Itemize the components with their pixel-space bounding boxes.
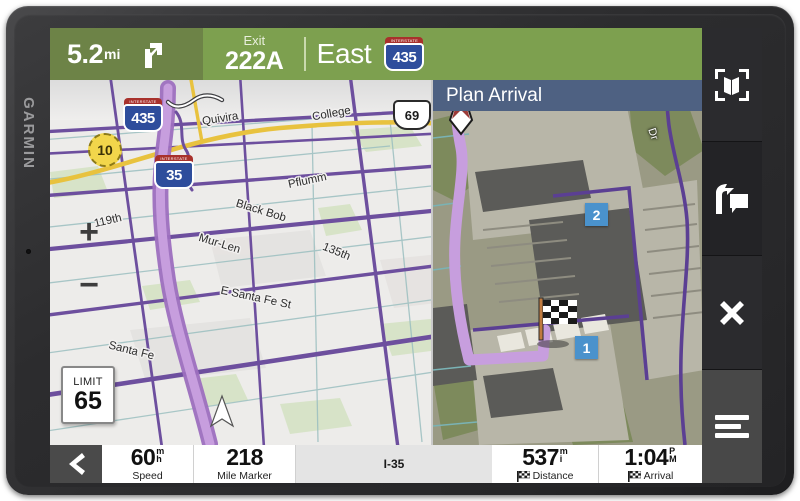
- speed-unit: m h: [156, 446, 165, 464]
- plan-arrival-title: Plan Arrival: [433, 80, 702, 111]
- menu-button[interactable]: [702, 370, 762, 483]
- current-road-text: I-35: [383, 457, 405, 471]
- waypoint-badge-2[interactable]: 2: [585, 203, 608, 226]
- speed-value: 60: [130, 444, 156, 470]
- distance-remaining-value: 537: [522, 444, 559, 470]
- guidance-banner[interactable]: 5.2 mi Exit 222A East INTERSTATE 435: [50, 28, 702, 80]
- speed-field[interactable]: 60 m h Speed: [102, 445, 194, 483]
- distance-unit: mi: [104, 46, 121, 62]
- distance-label: Distance: [532, 470, 574, 482]
- ambient-sensor: [26, 249, 31, 254]
- arrival-field[interactable]: 1:04 P M Arrival: [599, 445, 702, 483]
- mile-marker-field[interactable]: 218 Mile Marker: [194, 445, 296, 483]
- map-shield-us69: 69: [393, 100, 431, 130]
- distance-label-group: Distance: [516, 470, 574, 482]
- hamburger-menu-icon: [715, 414, 749, 438]
- exit-direction-group: Exit 222A East INTERSTATE 435: [203, 28, 702, 80]
- garmin-brand-logo: GARMIN: [15, 58, 41, 208]
- arrival-time-value: 1:04: [624, 444, 669, 470]
- checkered-flag-icon: [627, 470, 641, 482]
- distance-unit: m i: [559, 446, 568, 464]
- chevron-left-icon: [69, 453, 85, 475]
- mile-marker-label: Mile Marker: [217, 470, 272, 482]
- arrival-value-group: 1:04 P M: [624, 446, 676, 469]
- close-x-icon: [720, 300, 744, 325]
- map-expand-icon: [715, 68, 749, 101]
- exit-block: Exit 222A: [216, 34, 293, 74]
- direction-text: East: [316, 38, 372, 69]
- mile-badge-icon: 10: [88, 133, 122, 167]
- exit-label: Exit: [243, 33, 266, 48]
- mile-marker-value: 218: [226, 444, 263, 470]
- interstate-shield-icon: INTERSTATE 435: [383, 37, 425, 71]
- map-shield-i35: INTERSTATE 35: [153, 155, 195, 189]
- dashboard-bar: 60 m h Speed 218 Mile Marker I-35 537 m …: [50, 445, 702, 483]
- shield-number: 435: [384, 43, 425, 71]
- device-screen: 5.2 mi Exit 222A East INTERSTATE 435 + −…: [50, 28, 762, 483]
- banner-divider: [303, 37, 306, 71]
- directions-button[interactable]: [702, 142, 762, 256]
- zoom-in-button[interactable]: +: [72, 215, 106, 249]
- plan-arrival-title-text: Plan Arrival: [446, 84, 543, 106]
- brand-text: GARMIN: [19, 96, 37, 170]
- side-button-column: [702, 28, 762, 483]
- checkered-flag-icon: [516, 470, 530, 482]
- speed-value-group: 60 m h: [131, 446, 164, 469]
- keep-right-fork-icon: [138, 39, 164, 69]
- back-button[interactable]: [50, 445, 102, 483]
- arrival-meridiem: P M: [669, 446, 677, 464]
- map-shield-number: 435: [123, 104, 163, 132]
- distance-value: 5.2: [67, 38, 104, 69]
- waypoint-badge-1[interactable]: 1: [575, 336, 598, 359]
- mile-marker-value-group: 218: [226, 446, 263, 469]
- close-button[interactable]: [702, 256, 762, 370]
- speed-limit-value: 65: [74, 387, 102, 415]
- map-fullscreen-button[interactable]: [702, 28, 762, 142]
- exit-number: 222A: [225, 47, 284, 75]
- speed-label: Speed: [132, 470, 163, 482]
- distance-to-maneuver: 5.2 mi: [50, 28, 203, 80]
- map-shield-i435: INTERSTATE 435: [122, 98, 164, 132]
- plan-arrival-panel[interactable]: Plan Arrival 2 1 Dr: [431, 80, 702, 445]
- zoom-out-button[interactable]: −: [72, 268, 106, 302]
- current-road-name: I-35: [296, 445, 492, 483]
- turn-list-icon: [716, 183, 748, 214]
- speed-limit-sign: LIMIT 65: [61, 366, 115, 424]
- garmin-device: GARMIN 5.2 mi Exit 222A East INTERSTATE …: [6, 6, 794, 495]
- distance-value-group: 537 m i: [522, 446, 568, 469]
- arrival-label: Arrival: [643, 470, 674, 482]
- arrival-label-group: Arrival: [627, 470, 674, 482]
- map-shield-number: 35: [154, 161, 194, 189]
- distance-field[interactable]: 537 m i Distance: [492, 445, 599, 483]
- map-shield-number: 69: [393, 100, 431, 130]
